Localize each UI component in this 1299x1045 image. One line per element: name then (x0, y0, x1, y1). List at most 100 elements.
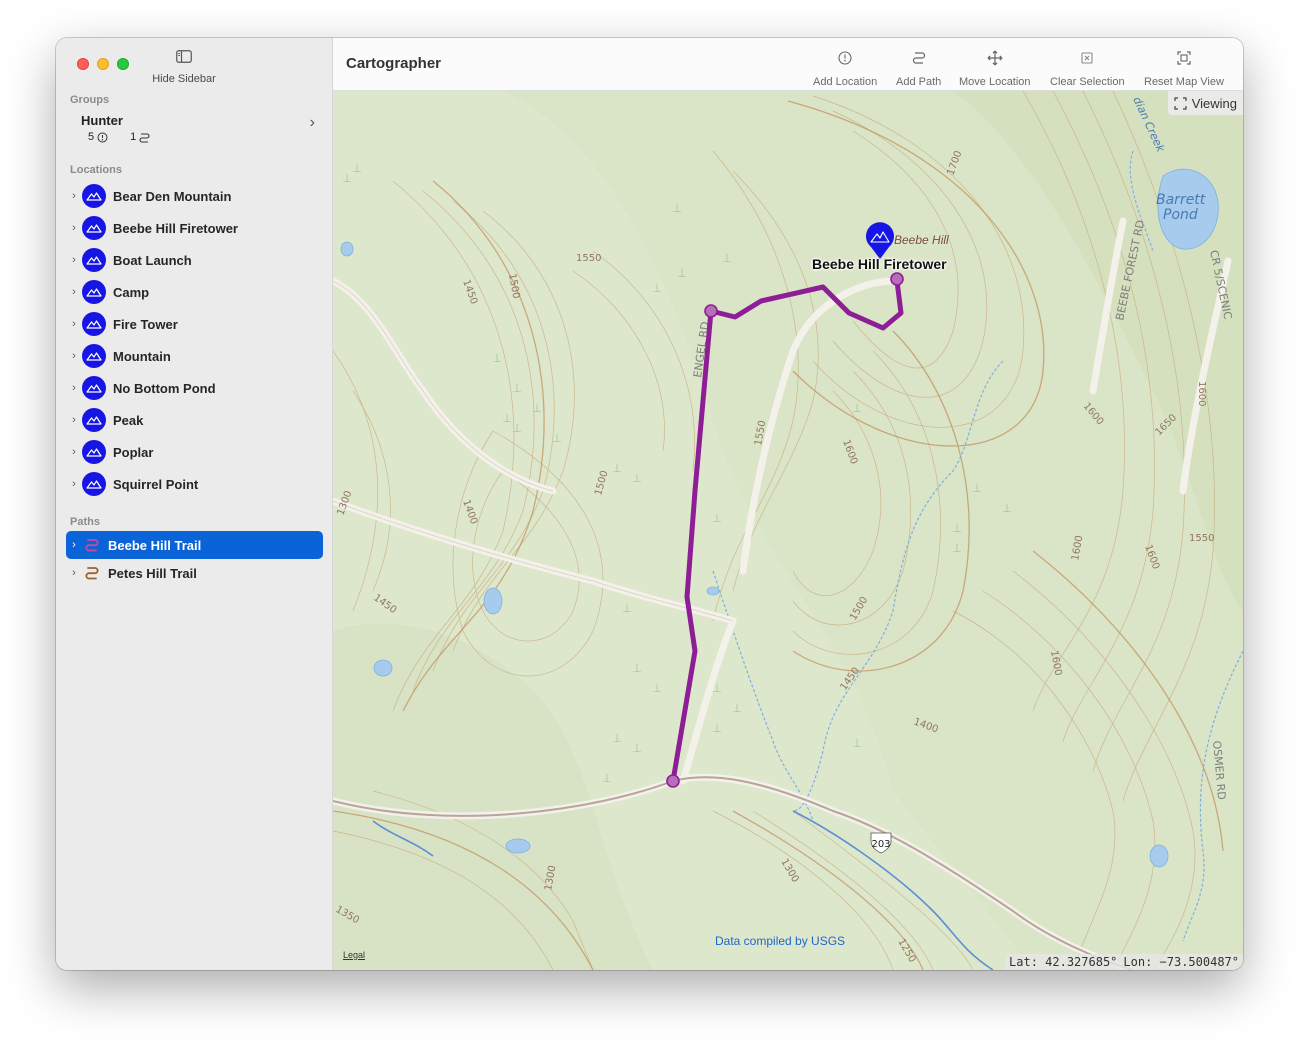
svg-text:⏊: ⏊ (343, 173, 351, 183)
disclosure-chevron-icon[interactable]: › (66, 539, 82, 551)
svg-text:⏊: ⏊ (713, 723, 721, 733)
location-item[interactable]: › Camp (66, 276, 323, 308)
usgs-attribution-link[interactable]: Data compiled by USGS (715, 934, 845, 948)
coordinate-readout: Lat: 42.327685° Lon: −73.500487° (1005, 954, 1243, 970)
legal-link[interactable]: Legal (343, 950, 365, 960)
main-area: Cartographer Add Location Add Path Move … (333, 38, 1243, 970)
svg-text:⏊: ⏊ (353, 163, 361, 173)
reset-map-view-label: Reset Map View (1144, 76, 1224, 88)
location-item[interactable]: › Squirrel Point (66, 468, 323, 500)
latitude-readout: Lat: 42.327685° (1009, 955, 1118, 969)
disclosure-chevron-icon[interactable]: › (66, 478, 82, 490)
locations-header: Locations (70, 164, 122, 176)
svg-text:⏊: ⏊ (723, 253, 731, 263)
pond-label-barrett: Barrett (1156, 192, 1206, 208)
location-label: Beebe Hill Firetower (113, 220, 238, 236)
path-item-petes-hill-trail[interactable]: › Petes Hill Trail (66, 559, 323, 587)
disclosure-chevron-icon[interactable]: › (66, 414, 82, 426)
reset-view-icon (1177, 51, 1191, 65)
hill-label: Beebe Hill (894, 233, 949, 247)
topo-map[interactable]: ⏊ ⏊ ⏊ ⏊ ⏊ ⏊ ⏊ ⏊ ⏊ ⏊ ⏊ ⏊ ⏊ ⏊ ⏊ ⏊ ⏊ ⏊ ⏊ ⏊ ⏊ ⏊ ⏊ ⏊ ⏊ ⏊ ⏊ ⏊ ⏊ ⏊ … (333, 91, 1243, 970)
move-arrows-icon (987, 50, 1003, 66)
svg-text:⏊: ⏊ (633, 663, 641, 673)
path-item-beebe-hill-trail[interactable]: › Beebe Hill Trail (66, 531, 323, 559)
path-label: Beebe Hill Trail (108, 537, 202, 553)
svg-text:⏊: ⏊ (623, 603, 631, 613)
disclosure-chevron-icon[interactable]: › (66, 254, 82, 266)
window-title: Cartographer (346, 55, 442, 72)
location-label: Camp (113, 284, 150, 300)
svg-text:203: 203 (871, 839, 890, 850)
group-row-hunter[interactable]: Hunter 5 1 › (66, 111, 323, 151)
add-location-label: Add Location (813, 76, 878, 88)
location-label: Bear Den Mountain (113, 188, 232, 204)
add-location-button[interactable]: Add Location (813, 50, 877, 90)
map-mode-label: Viewing (1191, 95, 1237, 111)
mountain-icon (82, 408, 106, 432)
minimize-window-button[interactable] (97, 58, 109, 70)
disclosure-chevron-icon[interactable]: › (66, 222, 82, 234)
trail-waypoint[interactable] (704, 304, 718, 318)
trail-waypoint[interactable] (890, 272, 904, 286)
clear-selection-label: Clear Selection (1050, 76, 1125, 88)
disclosure-chevron-icon[interactable]: › (66, 190, 82, 202)
location-item[interactable]: › Peak (66, 404, 323, 436)
location-label: Squirrel Point (113, 476, 199, 492)
map-mode-badge[interactable]: Viewing (1167, 91, 1243, 115)
location-label: No Bottom Pond (113, 380, 216, 396)
close-window-button[interactable] (77, 58, 89, 70)
location-item[interactable]: › No Bottom Pond (66, 372, 323, 404)
svg-text:⏊: ⏊ (973, 483, 981, 493)
add-path-icon (912, 52, 925, 64)
trail-path-icon (84, 537, 100, 553)
mountain-icon (82, 376, 106, 400)
window-controls (77, 58, 129, 70)
mountain-icon (82, 312, 106, 336)
location-item[interactable]: › Boat Launch (66, 244, 323, 276)
svg-text:⏊: ⏊ (493, 353, 501, 363)
disclosure-chevron-icon[interactable]: › (66, 350, 82, 362)
add-path-button[interactable]: Add Path (896, 50, 941, 90)
toolbar: Cartographer Add Location Add Path Move … (333, 38, 1243, 91)
svg-text:⏊: ⏊ (613, 733, 621, 743)
disclosure-chevron-icon[interactable]: › (66, 286, 82, 298)
svg-text:⏊: ⏊ (713, 683, 721, 693)
location-item[interactable]: › Poplar (66, 436, 323, 468)
location-item[interactable]: › Mountain (66, 340, 323, 372)
svg-text:⏊: ⏊ (653, 283, 661, 293)
trail-path-icon (84, 565, 100, 581)
disclosure-chevron-icon[interactable]: › (66, 567, 82, 579)
clear-selection-button[interactable]: Clear Selection (1050, 50, 1125, 90)
disclosure-chevron-icon[interactable]: › (66, 446, 82, 458)
mountain-icon (82, 184, 106, 208)
location-item[interactable]: › Beebe Hill Firetower (66, 212, 323, 244)
disclosure-chevron-icon[interactable]: › (66, 318, 82, 330)
app-window: Hide Sidebar Groups Hunter 5 1 › Locatio… (56, 38, 1243, 970)
reset-map-view-button[interactable]: Reset Map View (1144, 50, 1224, 90)
zoom-window-button[interactable] (117, 58, 129, 70)
move-location-button[interactable]: Move Location (959, 50, 1031, 90)
svg-text:⏊: ⏊ (513, 383, 521, 393)
svg-text:⏊: ⏊ (633, 743, 641, 753)
groups-header: Groups (70, 94, 110, 106)
group-name: Hunter (81, 113, 123, 128)
trail-waypoint[interactable] (666, 774, 680, 788)
group-location-count: 5 (88, 131, 95, 143)
svg-text:⏊: ⏊ (503, 413, 511, 423)
mountain-icon (82, 280, 106, 304)
svg-text:⏊: ⏊ (953, 523, 961, 533)
svg-text:⏊: ⏊ (853, 403, 861, 413)
svg-text:⏊: ⏊ (553, 433, 561, 443)
svg-text:⏊: ⏊ (853, 738, 861, 748)
contour-label: 1550 (1189, 533, 1214, 544)
svg-text:⏊: ⏊ (953, 543, 961, 553)
viewfinder-icon (1174, 96, 1187, 110)
disclosure-chevron-icon[interactable]: › (66, 382, 82, 394)
hide-sidebar-button[interactable]: Hide Sidebar (144, 50, 224, 87)
chevron-right-icon[interactable]: › (310, 114, 315, 132)
mountain-icon (82, 440, 106, 464)
location-item[interactable]: › Fire Tower (66, 308, 323, 340)
location-item[interactable]: › Bear Den Mountain (66, 180, 323, 212)
topo-map-canvas: ⏊⏊⏊ ⏊⏊⏊ ⏊⏊⏊ ⏊⏊⏊ ⏊⏊⏊ ⏊⏊⏊ ⏊⏊⏊ ⏊⏊⏊ ⏊⏊⏊ ⏊⏊⏊ … (333, 91, 1243, 970)
path-count-icon (139, 132, 150, 143)
